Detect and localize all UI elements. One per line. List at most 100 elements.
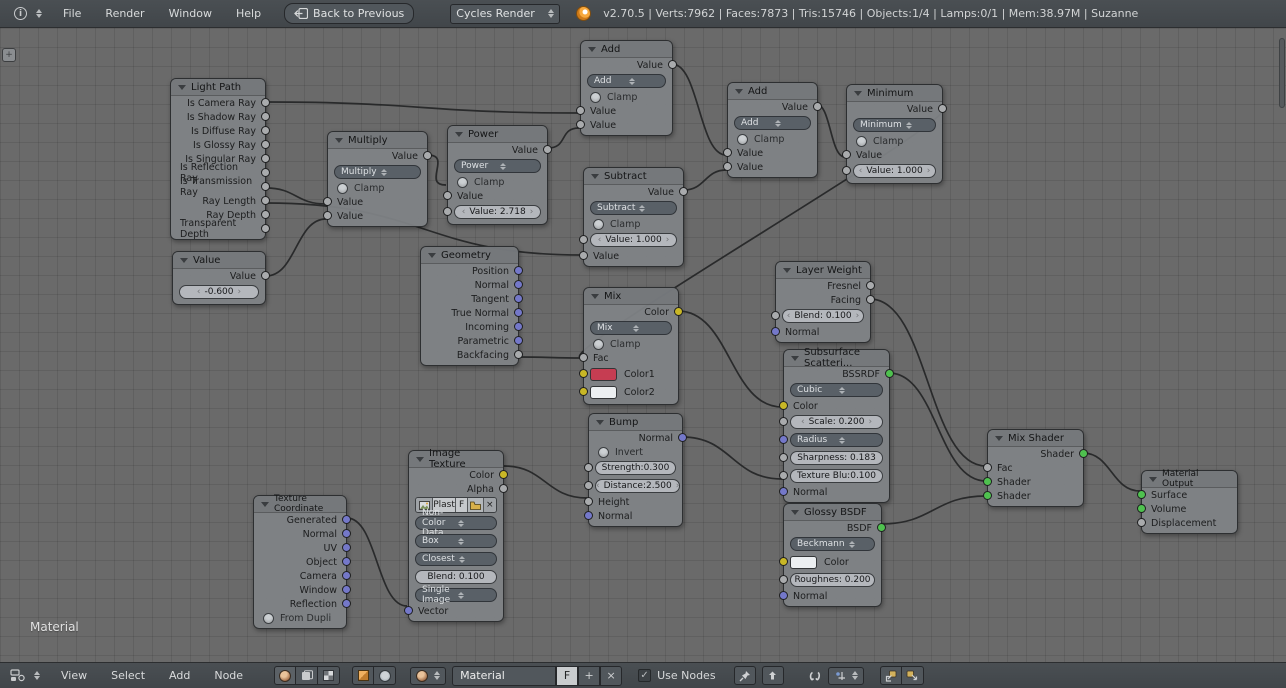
scale-slider[interactable]: ‹ Scale: 0.200 › <box>790 415 883 429</box>
object-filter-button[interactable] <box>352 666 375 685</box>
falloff-select[interactable]: Cubic <box>790 383 883 397</box>
menu-window[interactable]: Window <box>160 3 221 24</box>
socket-in[interactable] <box>779 557 788 566</box>
socket-in[interactable] <box>983 463 992 472</box>
socket-in[interactable] <box>723 148 732 157</box>
socket-in[interactable] <box>779 575 788 584</box>
node-header[interactable]: Power <box>448 126 547 143</box>
socket-out[interactable] <box>261 224 270 233</box>
node-math-add-1[interactable]: Add Value Add Clamp Value Value <box>576 40 677 136</box>
socket-in[interactable] <box>779 453 788 462</box>
menu-file[interactable]: File <box>54 3 90 24</box>
socket-out[interactable] <box>261 168 270 177</box>
operation-select[interactable]: Add <box>587 74 666 88</box>
shader-type-material-button[interactable] <box>274 666 297 685</box>
texture-blur-slider[interactable]: Texture Blu:0.100 <box>790 469 883 483</box>
menu-select[interactable]: Select <box>102 665 154 686</box>
socket-out[interactable] <box>514 322 523 331</box>
socket-in[interactable] <box>579 251 588 260</box>
node-header[interactable]: Subtract <box>584 168 683 185</box>
clamp-checkbox[interactable] <box>593 338 604 350</box>
node-glossy-bsdf[interactable]: Glossy BSDF BSDF Beckmann Color Roughnes… <box>779 503 886 607</box>
socket-in[interactable] <box>584 511 593 520</box>
color2-swatch[interactable] <box>590 385 617 399</box>
socket-out[interactable] <box>342 599 351 608</box>
socket-in[interactable] <box>584 481 593 490</box>
node-mix-color[interactable]: Mix Color Mix Clamp Fac Color1 Color2 <box>579 287 683 405</box>
material-name-input[interactable]: Material <box>452 665 557 686</box>
socket-in[interactable] <box>771 327 780 336</box>
node-header[interactable]: Add <box>581 41 672 58</box>
menu-node[interactable]: Node <box>205 665 252 686</box>
socket-out[interactable] <box>514 294 523 303</box>
unlink-image-button[interactable]: × <box>482 498 496 512</box>
socket-out[interactable] <box>261 140 270 149</box>
collapse-icon[interactable] <box>591 293 599 299</box>
fake-user-button[interactable]: F <box>556 665 579 686</box>
socket-in[interactable] <box>779 487 788 496</box>
node-math-power[interactable]: Power Value Power Clamp Value ‹ Value: 2.… <box>443 125 552 225</box>
node-header[interactable]: Image Texture <box>409 448 503 470</box>
socket-in[interactable] <box>1137 504 1146 513</box>
socket-out[interactable] <box>514 336 523 345</box>
fake-user-button[interactable]: F <box>454 498 468 512</box>
socket-out[interactable] <box>261 112 270 121</box>
menu-view[interactable]: View <box>52 665 96 686</box>
interpolation-select[interactable]: Closest <box>415 552 497 566</box>
socket-out[interactable] <box>499 484 508 493</box>
distribution-select[interactable]: Beckmann <box>790 537 875 551</box>
socket-in[interactable] <box>779 471 788 480</box>
operation-select[interactable]: Power <box>454 159 541 173</box>
socket-in[interactable] <box>576 106 585 115</box>
socket-out[interactable] <box>261 210 270 219</box>
shader-type-linestyle-button[interactable] <box>318 666 341 685</box>
value-slider[interactable]: ‹ -0.600 › <box>179 285 259 299</box>
collapse-icon[interactable] <box>995 435 1003 441</box>
socket-out[interactable] <box>514 350 523 359</box>
use-nodes-checkbox[interactable]: ✓ <box>638 669 652 682</box>
collapse-icon[interactable] <box>335 137 343 143</box>
collapse-icon[interactable] <box>1149 476 1157 482</box>
clamp-checkbox[interactable] <box>590 91 601 103</box>
node-header[interactable]: Add <box>728 83 817 100</box>
node-header[interactable]: Texture Coordinate <box>254 494 346 514</box>
socket-out[interactable] <box>514 280 523 289</box>
operation-select[interactable]: Subtract <box>590 201 677 215</box>
menu-add[interactable]: Add <box>160 665 199 686</box>
node-value[interactable]: Value Value ‹ -0.600 › <box>172 251 270 305</box>
operation-select[interactable]: Multiply <box>334 165 421 179</box>
color-swatch[interactable] <box>790 555 817 569</box>
socket-out[interactable] <box>342 571 351 580</box>
socket-out[interactable] <box>885 369 894 378</box>
socket-out[interactable] <box>499 470 508 479</box>
collapse-icon[interactable] <box>428 252 436 258</box>
node-math-multiply[interactable]: Multiply Value Multiply Clamp Value Valu… <box>323 131 432 227</box>
socket-out[interactable] <box>866 281 875 290</box>
editor-type-button[interactable] <box>4 666 46 685</box>
collapse-icon[interactable] <box>791 355 799 361</box>
socket-out[interactable] <box>423 151 432 160</box>
socket-out[interactable] <box>342 529 351 538</box>
back-to-previous-button[interactable]: Back to Previous <box>284 3 415 24</box>
distance-slider[interactable]: ‹ Distance:2.500 › <box>595 479 681 493</box>
node-math-add-2[interactable]: Add Value Add Clamp Value Value <box>723 82 822 178</box>
clamp-checkbox[interactable] <box>337 182 348 194</box>
socket-out[interactable] <box>514 266 523 275</box>
socket-in[interactable] <box>443 207 452 216</box>
socket-in[interactable] <box>779 591 788 600</box>
radius-select[interactable]: Radius <box>790 433 883 447</box>
add-material-button[interactable]: + <box>578 665 601 686</box>
go-to-parent-button[interactable] <box>761 666 784 685</box>
node-header[interactable]: Glossy BSDF <box>784 504 881 521</box>
socket-in[interactable] <box>779 435 788 444</box>
socket-in[interactable] <box>723 162 732 171</box>
socket-out[interactable] <box>514 308 523 317</box>
node-editor-canvas[interactable]: + Material Light Path Is Camera Ray Is S… <box>0 28 1286 662</box>
socket-in[interactable] <box>842 150 851 159</box>
node-header[interactable]: Geometry <box>421 247 518 264</box>
socket-in[interactable] <box>404 606 413 615</box>
socket-in[interactable] <box>771 311 780 320</box>
node-texture-coordinate[interactable]: Texture Coordinate Generated Normal UV O… <box>253 494 351 629</box>
socket-out[interactable] <box>261 271 270 280</box>
strength-slider[interactable]: Strength:0.300 <box>595 461 676 475</box>
